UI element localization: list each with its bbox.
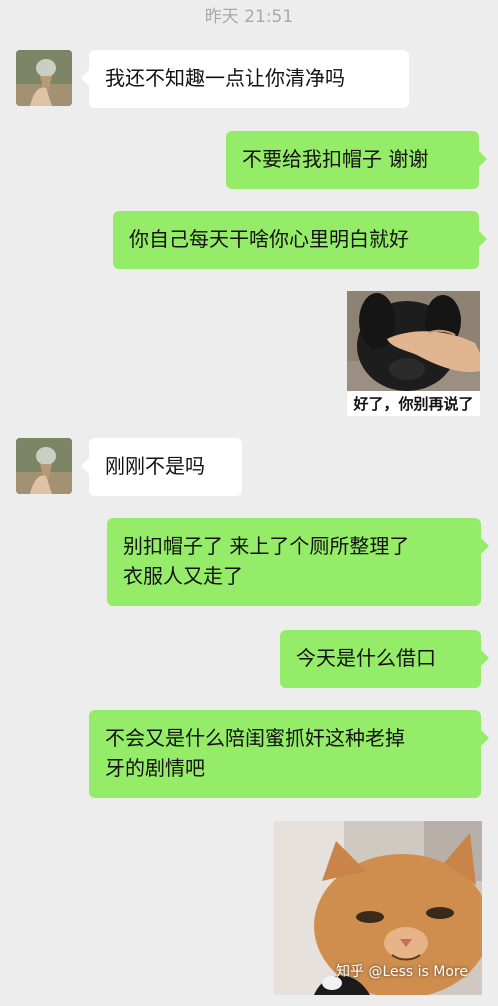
sticker-caption: 好了，你别再说了 (353, 395, 474, 413)
sticker-dog-image[interactable]: 好了，你别再说了 (347, 291, 480, 416)
message-bubble-outgoing[interactable]: 不要给我扣帽子 谢谢 (226, 131, 487, 189)
message-bubble-incoming[interactable]: 刚刚不是吗 (81, 438, 242, 496)
message-bubble-incoming[interactable]: 我还不知趣一点让你清净吗 (81, 50, 409, 108)
timestamp: 昨天 21:51 (204, 7, 294, 27)
avatar[interactable] (16, 438, 72, 494)
message-bubble-outgoing[interactable]: 今天是什么借口 (280, 630, 489, 688)
sticker-cat-image[interactable]: 知乎 @Less is More (274, 821, 482, 995)
watermark-text: 知乎 @Less is More (336, 964, 468, 980)
message-bubble-outgoing[interactable]: 你自己每天干啥你心里明白就好 (113, 211, 487, 269)
message-bubble-outgoing[interactable]: 不会又是什么陪闺蜜抓奸这种老掉 牙的剧情吧 (89, 710, 489, 798)
message-bubble-outgoing[interactable]: 别扣帽子了 来上了个厕所整理了 衣服人又走了 (107, 518, 489, 606)
avatar[interactable] (16, 50, 72, 106)
